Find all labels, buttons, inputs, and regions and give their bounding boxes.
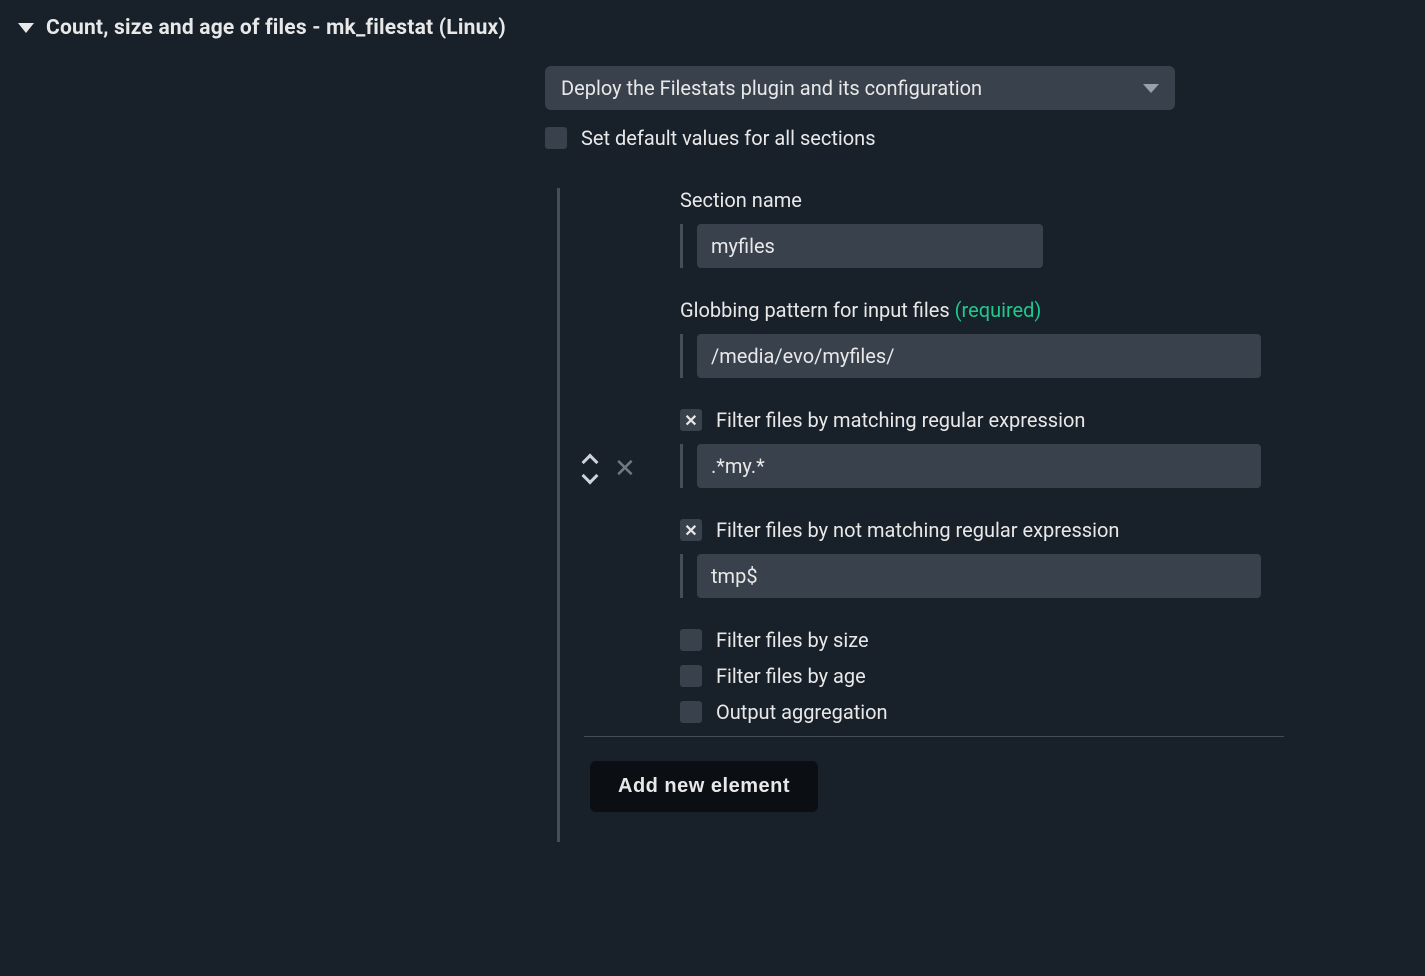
section-indent-bar [557,188,560,842]
section-name-input[interactable] [697,224,1043,268]
chevron-down-icon [1143,84,1159,93]
defaults-checkbox[interactable] [545,127,567,149]
remove-section-button[interactable]: ✕ [614,456,636,482]
required-badge: (required) [955,298,1042,322]
glob-pattern-input[interactable] [697,334,1261,378]
output-aggregation-label: Output aggregation [716,700,888,724]
field-indent-bar [680,224,683,268]
filter-match-input[interactable] [697,444,1261,488]
filter-match-checkbox[interactable] [680,409,702,431]
filter-notmatch-checkbox[interactable] [680,519,702,541]
filter-match-label: Filter files by matching regular express… [716,408,1085,432]
filter-size-label: Filter files by size [716,628,869,652]
deploy-mode-dropdown[interactable]: Deploy the Filestats plugin and its conf… [545,66,1175,110]
page-title: Count, size and age of files - mk_filest… [46,16,506,40]
output-aggregation-checkbox[interactable] [680,701,702,723]
filter-size-checkbox[interactable] [680,629,702,651]
field-indent-bar [680,554,683,598]
filter-age-checkbox[interactable] [680,665,702,687]
collapse-toggle-icon[interactable] [18,23,34,33]
reorder-handle[interactable] [584,456,596,482]
glob-pattern-label: Globbing pattern for input files (requir… [680,298,1425,322]
chevron-down-icon[interactable] [582,468,599,485]
section-name-label: Section name [680,188,1425,212]
filter-notmatch-label: Filter files by not matching regular exp… [716,518,1119,542]
section-divider [584,736,1284,737]
filter-notmatch-input[interactable] [697,554,1261,598]
defaults-checkbox-label: Set default values for all sections [581,126,876,150]
glob-label-text: Globbing pattern for input files [680,298,950,322]
filter-age-label: Filter files by age [716,664,866,688]
dropdown-selected-label: Deploy the Filestats plugin and its conf… [561,76,982,100]
add-element-button[interactable]: Add new element [590,761,818,812]
field-indent-bar [680,334,683,378]
field-indent-bar [680,444,683,488]
